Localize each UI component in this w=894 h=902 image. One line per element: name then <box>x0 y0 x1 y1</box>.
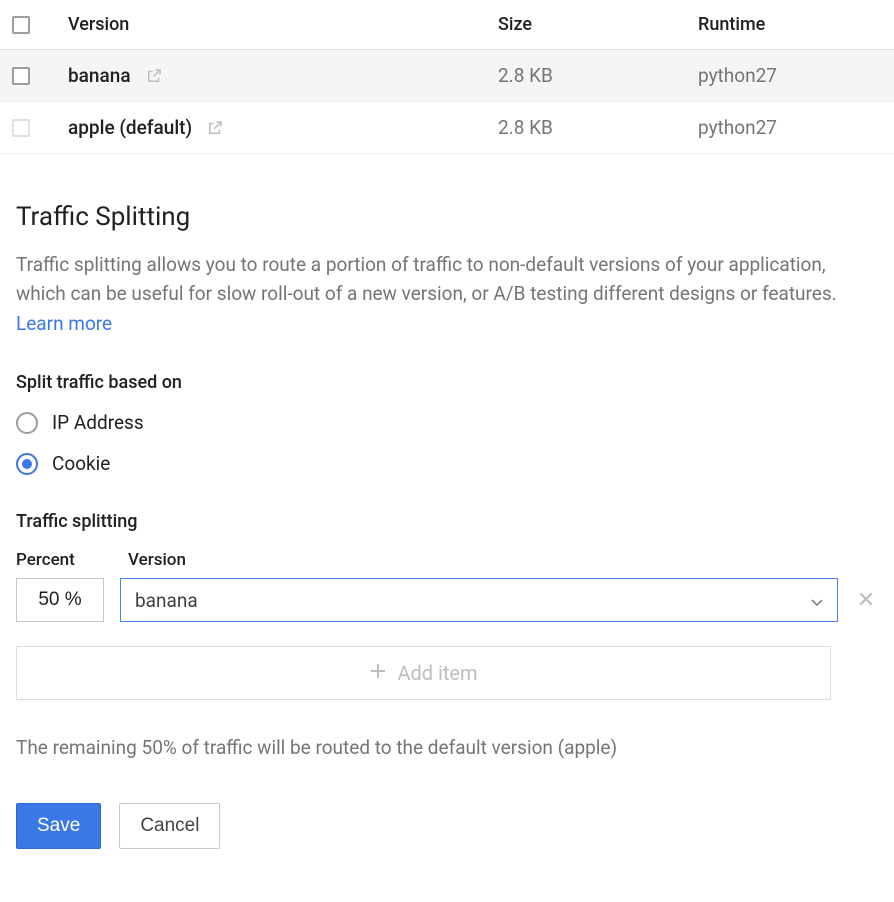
version-name: banana <box>68 64 131 87</box>
description-text: Traffic splitting allows you to route a … <box>16 253 837 305</box>
close-icon: ✕ <box>857 588 875 613</box>
version-select-value: banana <box>135 589 198 612</box>
radio-icon <box>16 412 38 434</box>
radio-icon <box>16 453 38 475</box>
versions-body: banana 2.8 KBpython27 apple (default) 2.8 K… <box>0 50 894 154</box>
remove-row-button[interactable]: ✕ <box>854 588 878 613</box>
add-item-button[interactable]: Add item <box>16 646 831 700</box>
radio-label: Cookie <box>52 452 110 475</box>
table-row[interactable]: banana 2.8 KBpython27 <box>0 50 894 102</box>
radio-label: IP Address <box>52 411 144 434</box>
version-select[interactable]: banana <box>120 578 838 622</box>
select-all-checkbox[interactable] <box>12 16 30 34</box>
column-percent: Percent <box>16 550 104 570</box>
add-item-label: Add item <box>397 661 477 685</box>
traffic-splitting-label: Traffic splitting <box>16 511 878 532</box>
split-columns-header: Percent Version <box>16 550 878 570</box>
row-checkbox[interactable] <box>12 119 30 137</box>
cancel-button[interactable]: Cancel <box>119 803 220 849</box>
section-title: Traffic Splitting <box>16 202 878 232</box>
row-checkbox[interactable] <box>12 67 30 85</box>
table-row[interactable]: apple (default) 2.8 KBpython27 <box>0 102 894 154</box>
column-version: Version <box>128 550 186 570</box>
action-buttons: Save Cancel <box>16 803 878 849</box>
chevron-down-icon <box>811 589 823 612</box>
version-size: 2.8 KB <box>486 102 686 154</box>
select-all-header[interactable] <box>0 0 56 50</box>
version-runtime: python27 <box>686 50 894 102</box>
traffic-splitting-section: Traffic Splitting Traffic splitting allo… <box>0 154 894 865</box>
split-row: banana ✕ <box>16 578 878 622</box>
column-version: Version <box>56 0 486 50</box>
version-name: apple (default) <box>68 116 192 139</box>
split-mode-radio-group: IP Address Cookie <box>16 411 878 475</box>
plus-icon <box>369 661 387 685</box>
split-based-on-label: Split traffic based on <box>16 372 878 393</box>
external-link-icon[interactable] <box>206 119 224 137</box>
save-button[interactable]: Save <box>16 803 101 849</box>
version-runtime: python27 <box>686 102 894 154</box>
versions-table: Version Size Runtime banana 2.8 KBpython2… <box>0 0 894 154</box>
remaining-traffic-note: The remaining 50% of traffic will be rou… <box>16 736 878 759</box>
version-size: 2.8 KB <box>486 50 686 102</box>
percent-input[interactable] <box>16 578 104 622</box>
section-description: Traffic splitting allows you to route a … <box>16 250 878 338</box>
radio-ip-address[interactable]: IP Address <box>16 411 878 434</box>
column-size: Size <box>486 0 686 50</box>
radio-cookie[interactable]: Cookie <box>16 452 878 475</box>
column-runtime: Runtime <box>686 0 894 50</box>
learn-more-link[interactable]: Learn more <box>16 312 112 335</box>
external-link-icon[interactable] <box>145 67 163 85</box>
